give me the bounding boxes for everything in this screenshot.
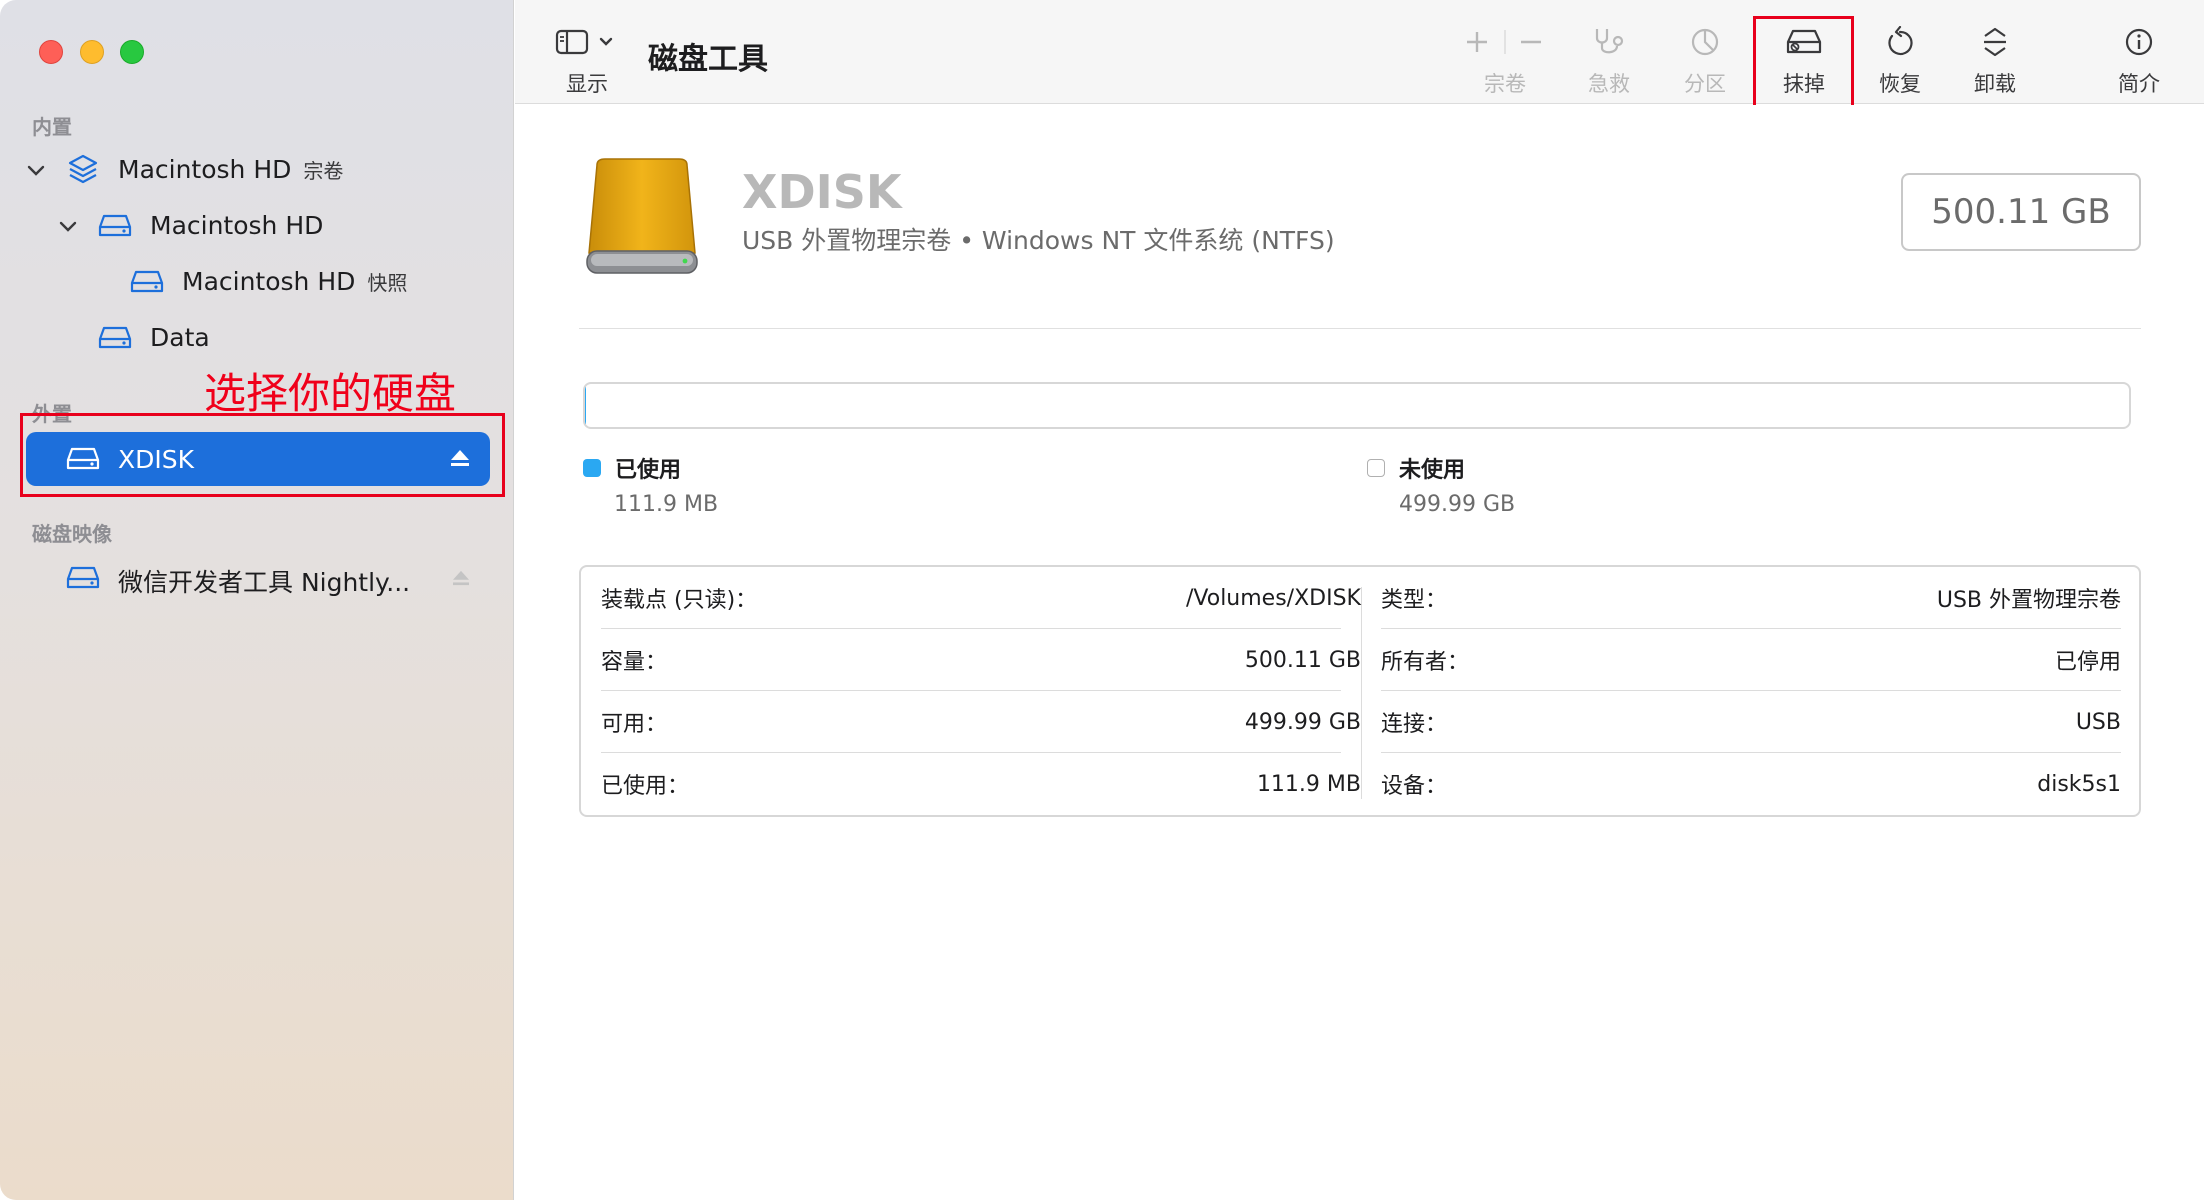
info-row-device: 设备： disk5s1 [1381, 753, 2121, 815]
info-key: 已使用： [601, 774, 690, 799]
first-aid-button[interactable]: 急救 [1588, 22, 1630, 98]
sidebar-item-label: Data [150, 323, 210, 352]
sidebar-item-sublabel: 快照 [367, 271, 408, 295]
sidebar-item-macintosh-hd-volume[interactable]: Macintosh HD 宗卷 [0, 143, 514, 199]
sidebar-item-label: Macintosh HD [150, 211, 324, 240]
legend-used: 已使用 [583, 452, 681, 484]
info-row-capacity: 容量： 500.11 GB [601, 629, 1361, 691]
section-internal: 内置 [32, 115, 72, 139]
info-value: 111.9 MB [1256, 771, 1361, 797]
used-value: 111.9 MB [614, 492, 719, 517]
disk-name: XDISK [742, 165, 902, 219]
row-divider [1381, 752, 2121, 753]
sidebar-item-sublabel: 宗卷 [303, 159, 344, 183]
info-row-available: 可用： 499.99 GB [601, 691, 1361, 753]
external-drive-icon [581, 157, 703, 285]
info-key: 设备： [1381, 774, 1448, 799]
capacity-badge: 500.11 GB [1901, 173, 2141, 251]
divider [579, 328, 2141, 329]
sidebar-item-disk-image[interactable]: 微信开发者工具 Nightly... [0, 551, 514, 607]
info-value: USB 外置物理宗卷 [1936, 588, 2121, 613]
info-value: 500.11 GB [1244, 647, 1361, 673]
info-icon [2124, 22, 2154, 62]
stethoscope-icon [1591, 22, 1627, 62]
info-table: 装载点 (只读)： /Volumes/XDISK 容量： 500.11 GB 可用：… [579, 565, 2141, 817]
info-key: 连接： [1381, 712, 1448, 737]
sidebar: 内置 Macintosh HD 宗卷 Macintosh HD Macintosh… [0, 0, 514, 1200]
drive-icon [98, 213, 132, 243]
restore-button[interactable]: 恢复 [1879, 22, 1921, 98]
sidebar-toggle-icon [555, 22, 619, 62]
free-label: 未使用 [1399, 458, 1466, 483]
section-disk-images: 磁盘映像 [32, 522, 112, 546]
sidebar-item-data[interactable]: Data [0, 311, 514, 367]
volume-button[interactable]: 宗卷 [1465, 22, 1545, 98]
free-value: 499.99 GB [1399, 492, 1516, 517]
view-label: 显示 [566, 72, 608, 96]
unmount-icon [1979, 22, 2011, 62]
info-button[interactable]: 简介 [2118, 22, 2160, 98]
used-label: 已使用 [615, 458, 682, 483]
toolbar: 显示 磁盘工具 宗卷 急救 分区 抹掉 恢复 卸载 简介 [515, 0, 2204, 104]
zoom-window-button[interactable] [120, 40, 144, 64]
info-value: disk5s1 [2037, 771, 2121, 797]
pie-chart-icon [1689, 22, 1721, 62]
info-row-connection: 连接： USB [1381, 691, 2121, 753]
legend-free: 未使用 [1367, 452, 1465, 484]
restore-icon [1884, 22, 1916, 62]
minimize-window-button[interactable] [80, 40, 104, 64]
chevron-down-icon[interactable] [25, 160, 47, 182]
annotation-box-erase [1753, 16, 1854, 117]
info-label: 简介 [2118, 72, 2160, 96]
sidebar-item-label: 微信开发者工具 Nightly... [118, 568, 411, 597]
page-title: 磁盘工具 [648, 42, 768, 77]
free-swatch [1367, 459, 1385, 477]
info-value: 已停用 [2054, 650, 2121, 675]
chevron-down-icon[interactable] [57, 216, 79, 238]
row-divider [601, 628, 1341, 629]
partition-label: 分区 [1684, 72, 1726, 96]
info-row-mount-point: 装载点 (只读)： /Volumes/XDISK [601, 567, 1361, 629]
info-key: 所有者： [1381, 650, 1470, 675]
row-divider [601, 752, 1341, 753]
drive-icon [98, 325, 132, 355]
usage-bar [583, 382, 2131, 429]
close-window-button[interactable] [39, 40, 63, 64]
info-row-type: 类型： USB 外置物理宗卷 [1381, 567, 2121, 629]
row-divider [1381, 690, 2121, 691]
unmount-button[interactable]: 卸载 [1974, 22, 2016, 98]
drive-icon [130, 269, 164, 299]
drive-icon [66, 565, 100, 595]
eject-icon[interactable] [452, 570, 470, 590]
partition-button[interactable]: 分区 [1684, 22, 1726, 98]
info-value: USB [2075, 709, 2121, 735]
sidebar-item-label: Macintosh HD [182, 267, 356, 296]
row-divider [601, 690, 1341, 691]
info-key: 类型： [1381, 588, 1448, 613]
unmount-label: 卸载 [1974, 72, 2016, 96]
used-swatch [583, 459, 601, 477]
annotation-box-disk [20, 413, 505, 497]
info-value: /Volumes/XDISK [1185, 585, 1361, 611]
info-key: 容量： [601, 650, 668, 675]
info-key: 可用： [601, 712, 668, 737]
plus-minus-icon [1465, 22, 1545, 62]
sidebar-item-label: Macintosh HD [118, 155, 292, 184]
sidebar-item-macintosh-hd-snapshot[interactable]: Macintosh HD 快照 [0, 255, 514, 311]
disk-description: USB 外置物理宗卷 • Windows NT 文件系统 (NTFS) [742, 226, 1335, 255]
annotation-text: 选择你的硬盘 [204, 369, 457, 418]
info-key: 装载点 (只读)： [601, 588, 758, 613]
layers-icon [67, 153, 99, 189]
sidebar-item-macintosh-hd[interactable]: Macintosh HD [0, 199, 514, 255]
restore-label: 恢复 [1879, 72, 1921, 96]
column-separator [1361, 587, 1362, 799]
row-divider [1381, 628, 2121, 629]
volume-label: 宗卷 [1484, 72, 1526, 96]
info-value: 499.99 GB [1244, 709, 1361, 735]
first-aid-label: 急救 [1588, 72, 1630, 96]
view-button[interactable]: 显示 [555, 22, 619, 98]
info-row-used: 已使用： 111.9 MB [601, 753, 1361, 815]
main-content: XDISK USB 外置物理宗卷 • Windows NT 文件系统 (NTFS… [515, 105, 2204, 1200]
info-row-owners: 所有者： 已停用 [1381, 629, 2121, 691]
